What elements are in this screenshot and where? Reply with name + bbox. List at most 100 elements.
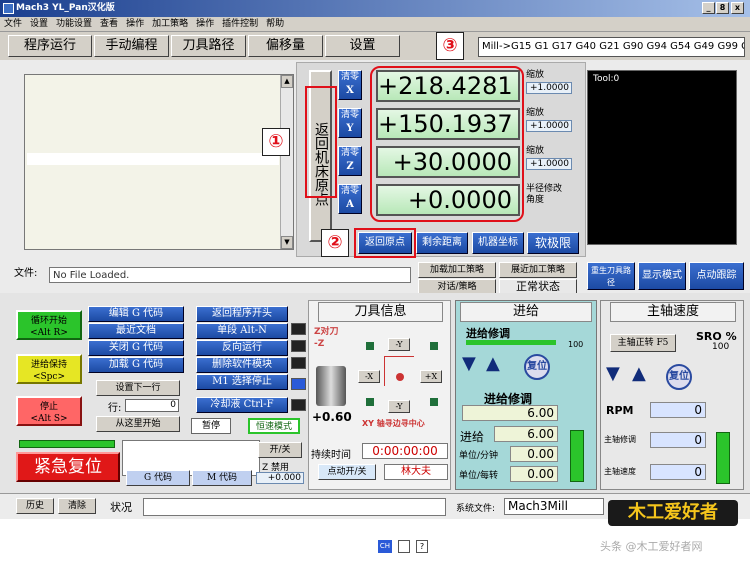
help-icon[interactable]: ?: [416, 540, 428, 553]
machine-coords-button[interactable]: 机器坐标: [472, 232, 524, 254]
restore-button[interactable]: 8: [716, 2, 729, 14]
spindle-reset-button[interactable]: 复位: [666, 364, 692, 390]
gcodes-button[interactable]: G 代码: [126, 470, 190, 486]
menu-file[interactable]: 文件: [0, 17, 26, 32]
scale-x-value[interactable]: +1.0000: [526, 82, 572, 94]
single-block-button[interactable]: 单段 Alt-N: [196, 323, 288, 339]
block-delete-button[interactable]: 删除软件模块: [196, 357, 288, 373]
display-mode-button[interactable]: 显示模式: [638, 262, 686, 290]
feed-down-icon[interactable]: ▼: [462, 355, 480, 374]
optional-stop-button[interactable]: M1 选择停止: [196, 374, 288, 390]
set-next-line-button[interactable]: 设置下一行: [96, 380, 180, 396]
spindle-cw-button[interactable]: 主轴正转 F5: [610, 334, 676, 352]
history-button[interactable]: 历史: [16, 498, 54, 514]
corner-br-dot: [430, 398, 438, 406]
clear-button[interactable]: 清除: [58, 498, 96, 514]
spindle-down-icon[interactable]: ▼: [606, 365, 624, 384]
gcode-window[interactable]: ▲ ▼: [24, 74, 294, 250]
z-disable-value[interactable]: +0.000: [256, 472, 304, 484]
zero-a-button[interactable]: 清零 A: [338, 184, 362, 214]
axis-a-letter: A: [346, 199, 354, 210]
soft-limits-button[interactable]: 软极限: [527, 232, 579, 254]
rpm-label: RPM: [606, 404, 634, 417]
ime-icon[interactable]: CH: [378, 540, 392, 553]
feed-title: 进给: [460, 302, 592, 322]
units-per-rev-field[interactable]: 0.00: [510, 466, 558, 482]
zero-y-button[interactable]: 清零 Y: [338, 108, 362, 138]
menu-functions[interactable]: 功能设置: [52, 17, 96, 32]
close-gcode-button[interactable]: 关闭 G 代码: [88, 340, 184, 356]
feed-rate-field[interactable]: 6.00: [494, 426, 558, 442]
jog-follow-button[interactable]: 点动跟踪: [689, 262, 744, 290]
edit-gcode-button[interactable]: 编辑 G 代码: [88, 306, 184, 322]
toolpath-display[interactable]: Tool:0: [587, 70, 737, 245]
feed-reset-button[interactable]: 复位: [524, 354, 550, 380]
annotation-three: ③: [436, 32, 464, 60]
scroll-down-icon[interactable]: ▼: [281, 236, 293, 249]
tab-toolpath[interactable]: 刀具路径: [171, 35, 246, 57]
spindle-up-icon[interactable]: ▲: [632, 365, 650, 384]
cycle-start-button[interactable]: 循环开始 <Alt R>: [16, 310, 82, 340]
tool-value: +0.60: [312, 410, 352, 424]
menu-settings[interactable]: 设置: [26, 17, 52, 32]
rpm-field[interactable]: 0: [650, 402, 706, 418]
axis-y-letter: Y: [346, 123, 354, 134]
flood-button[interactable]: 冷却液 Ctrl-F: [196, 397, 288, 413]
zero-a-label: 清零: [340, 186, 359, 196]
zero-x-button[interactable]: 清零 X: [338, 70, 362, 100]
keyboard-icon[interactable]: [398, 540, 410, 553]
load-gcode-button[interactable]: 加载 G 代码: [88, 357, 184, 373]
tool-number-label: Tool:0: [593, 74, 620, 84]
radius-correct: 半径修改 角度: [526, 184, 562, 206]
menu-wizard[interactable]: 加工策略: [148, 17, 192, 32]
jog-onoff-button[interactable]: 开/关: [258, 442, 302, 458]
line-label: 行:: [108, 403, 122, 414]
jog-plus-y-button[interactable]: -Y: [388, 338, 410, 351]
line-number-field[interactable]: 0: [125, 399, 179, 412]
tab-offsets[interactable]: 偏移量: [248, 35, 323, 57]
tab-program-run[interactable]: 程序运行: [8, 35, 92, 57]
tab-settings[interactable]: 设置: [325, 35, 400, 57]
menu-operate-2[interactable]: 操作: [192, 17, 218, 32]
scale-x: 缩放 +1.0000: [526, 70, 572, 94]
spindle-title: 主轴速度: [610, 302, 736, 322]
menu-operate[interactable]: 操作: [122, 17, 148, 32]
mcodes-button[interactable]: M 代码: [192, 470, 252, 486]
dist-to-go-button[interactable]: 剩余距离: [416, 232, 468, 254]
jog-minus-x-button[interactable]: -X: [358, 370, 380, 383]
spindle-speed-field[interactable]: 0: [650, 464, 706, 480]
rewind-button[interactable]: 返回程序开头: [196, 306, 288, 322]
tab-mdi[interactable]: 手动编程: [94, 35, 169, 57]
spindle-override-field[interactable]: 0: [650, 432, 706, 448]
file-name-field[interactable]: No File Loaded.: [49, 267, 411, 283]
feed-level-bar: [570, 430, 584, 482]
scale-z-value[interactable]: +1.0000: [526, 158, 572, 170]
center-icon: [396, 373, 404, 381]
feed-up-icon[interactable]: ▲: [486, 355, 504, 374]
last-wizard-button[interactable]: 展近加工策略: [499, 262, 577, 278]
regen-toolpath-button[interactable]: 重生刀具路径: [587, 262, 635, 290]
stop-button[interactable]: 停止 <Alt S>: [16, 396, 82, 426]
minimize-button[interactable]: _: [702, 2, 715, 14]
scale-y-value[interactable]: +1.0000: [526, 120, 572, 132]
gcode-scrollbar[interactable]: ▲ ▼: [280, 75, 293, 249]
emergency-reset-button[interactable]: 紧急复位: [16, 452, 120, 482]
spindle-level-bar: [716, 432, 730, 484]
feed-override-field[interactable]: 6.00: [462, 405, 558, 421]
mdi-modal-line[interactable]: Mill->G15 G1 G17 G40 G21 G90 G94 G54 G49…: [478, 37, 745, 57]
reverse-run-button[interactable]: 反向运行: [196, 340, 288, 356]
jog-toggle-button[interactable]: 点动开/关: [318, 464, 376, 480]
load-wizard-button[interactable]: 加载加工策略: [418, 262, 496, 278]
jog-minus-y-button[interactable]: -Y: [388, 400, 410, 413]
units-per-min-field[interactable]: 0.00: [510, 446, 558, 462]
menu-help[interactable]: 帮助: [262, 17, 288, 32]
jog-plus-x-button[interactable]: +X: [420, 370, 442, 383]
scroll-up-icon[interactable]: ▲: [281, 75, 293, 88]
zero-z-button[interactable]: 清零 Z: [338, 146, 362, 176]
menu-view[interactable]: 查看: [96, 17, 122, 32]
recent-file-button[interactable]: 最近文档: [88, 323, 184, 339]
menu-plugin[interactable]: 插件控制: [218, 17, 262, 32]
run-from-here-button[interactable]: 从这里开始: [96, 416, 180, 432]
close-button[interactable]: x: [731, 2, 744, 14]
feed-hold-button[interactable]: 进给保持 <Spc>: [16, 354, 82, 384]
